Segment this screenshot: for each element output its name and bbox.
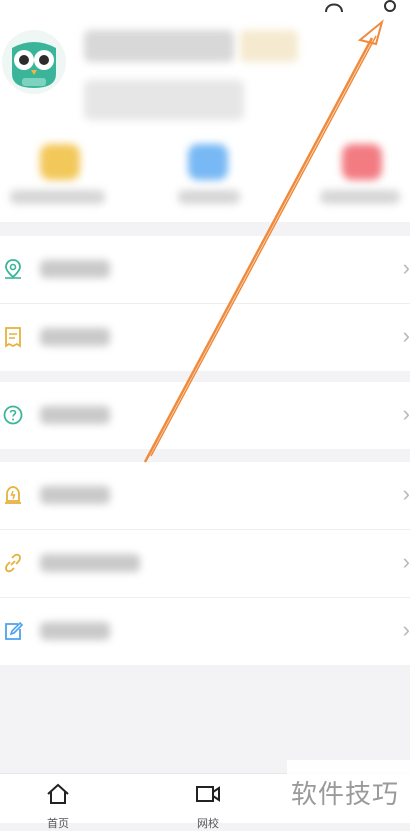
tab-video[interactable]: 网校 (178, 782, 238, 831)
avatar[interactable] (2, 30, 66, 94)
menu-item-help[interactable]: › (0, 382, 410, 449)
owl-avatar-icon (12, 42, 56, 88)
edit-icon (5, 621, 24, 640)
stat-item-1[interactable] (0, 140, 120, 212)
stat-item-2[interactable] (150, 140, 270, 212)
chevron-right-icon: › (402, 549, 410, 574)
chevron-right-icon: › (402, 481, 410, 506)
menu-label-obscured (40, 260, 110, 278)
user-name-obscured (84, 30, 234, 62)
receipt-icon (5, 327, 21, 348)
menu-label-obscured (40, 406, 110, 424)
video-camera-icon (196, 786, 220, 802)
profile-header (0, 0, 410, 222)
gear-icon[interactable] (376, 0, 404, 16)
tab-home[interactable]: 首页 (28, 782, 88, 831)
location-pin-icon (5, 259, 21, 279)
stat-3-icon (342, 144, 382, 180)
menu-label-obscured (40, 554, 140, 572)
top-right-icons (322, 0, 404, 19)
vip-badge-obscured (240, 30, 298, 62)
menu-item-link[interactable]: › (0, 530, 410, 598)
menu-item-orders[interactable]: › (0, 304, 410, 371)
headset-icon[interactable] (322, 0, 382, 16)
menu-group-1: › › (0, 236, 410, 371)
alarm-icon (5, 486, 21, 504)
menu-label-obscured (40, 622, 110, 640)
help-icon (3, 405, 23, 425)
menu-item-address[interactable]: › (0, 236, 410, 304)
stat-2-icon (188, 144, 228, 180)
stat-item-3[interactable] (300, 140, 410, 212)
watermark-text: 软件技巧 (291, 779, 400, 809)
stat-2-label-obscured (178, 190, 240, 204)
stat-1-label-obscured (10, 190, 105, 204)
stat-1-icon (40, 144, 80, 180)
chevron-right-icon: › (402, 255, 410, 280)
tab-video-label: 网校 (197, 818, 219, 830)
chevron-right-icon: › (402, 323, 410, 348)
menu-item-reminder[interactable]: › (0, 462, 410, 530)
stat-3-label-obscured (320, 190, 400, 204)
menu-group-2: › (0, 382, 410, 449)
chevron-right-icon: › (402, 401, 410, 426)
menu-label-obscured (40, 328, 110, 346)
chevron-right-icon: › (402, 617, 410, 642)
link-icon (5, 553, 21, 573)
menu-group-3: › › › (0, 462, 410, 665)
user-subtitle-obscured (84, 80, 244, 120)
menu-item-feedback[interactable]: › (0, 598, 410, 665)
tab-home-label: 首页 (47, 818, 69, 830)
watermark: 软件技巧 (287, 760, 410, 822)
home-icon (47, 783, 69, 804)
menu-label-obscured (40, 486, 110, 504)
